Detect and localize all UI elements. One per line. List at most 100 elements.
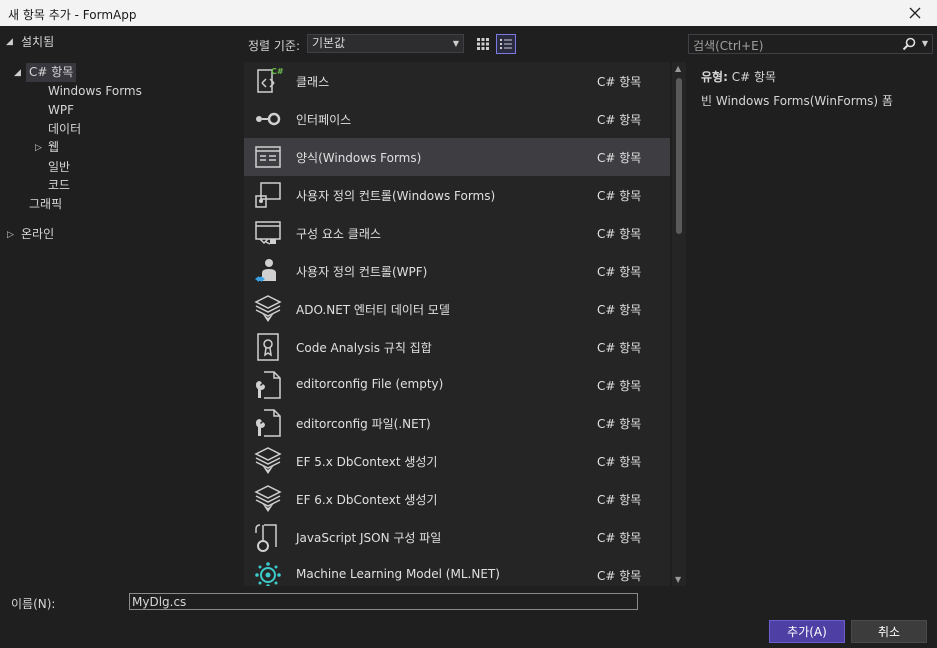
json-config-icon [255, 524, 277, 552]
editorconfig-icon [256, 409, 281, 437]
template-list-scrollbar[interactable]: ▲ ▼ [672, 62, 686, 586]
details-type-line: 유형: C# 항목 [701, 68, 776, 85]
scrollbar-thumb[interactable] [676, 78, 682, 234]
interface-icon [256, 112, 281, 126]
add-button[interactable]: 추가(A) [769, 620, 845, 643]
tree-node-web[interactable]: 웹 [48, 138, 59, 157]
tree-node-general[interactable]: 일반 [48, 158, 70, 177]
template-type: C# 항목 [597, 265, 642, 279]
close-icon [909, 7, 921, 19]
collapsed-arrow-icon[interactable]: ▷ [7, 230, 14, 240]
template-row-interface[interactable]: 인터페이스 C# 항목 [244, 100, 670, 138]
template-name: 클래스 [296, 75, 330, 89]
svg-text:C#: C# [271, 67, 284, 76]
details-type-value: C# 항목 [731, 70, 777, 84]
template-row-json-config[interactable]: JavaScript JSON 구성 파일 C# 항목 [244, 518, 670, 556]
template-row-ado-entity-model[interactable]: ADO.NET 엔터티 데이터 모델 C# 항목 [244, 290, 670, 328]
template-name: 인터페이스 [296, 113, 352, 127]
template-type: C# 항목 [597, 303, 642, 317]
template-row-class[interactable]: C# 클래스 C# 항목 [244, 62, 670, 100]
details-description: 빈 Windows Forms(WinForms) 폼 [701, 94, 893, 108]
wpf-user-control-icon [255, 259, 276, 282]
ruleset-icon [257, 333, 279, 361]
template-name: 양식(Windows Forms) [296, 151, 422, 165]
cancel-button[interactable]: 취소 [851, 620, 927, 643]
template-type: C# 항목 [597, 455, 642, 469]
dialog-footer: 이름(N): 추가(A) 취소 [0, 586, 937, 648]
tree-node-windows-forms[interactable]: Windows Forms [48, 82, 142, 101]
tree-node-online[interactable]: 온라인 [21, 225, 54, 244]
template-row-editorconfig-empty[interactable]: editorconfig File (empty) C# 항목 [244, 366, 670, 404]
sort-value: 기본값 [312, 36, 346, 50]
component-class-icon [255, 221, 281, 245]
dbcontext-generator-icon [254, 485, 282, 512]
sort-label: 정렬 기준: [248, 39, 301, 53]
tree-node-data[interactable]: 데이터 [48, 120, 81, 139]
form-icon [255, 146, 281, 168]
template-row-ef6-dbcontext[interactable]: EF 6.x DbContext 생성기 C# 항목 [244, 480, 670, 518]
template-name: 사용자 정의 컨트롤(WPF) [296, 265, 428, 279]
class-icon: C# [257, 67, 284, 93]
template-type: C# 항목 [597, 569, 642, 583]
scroll-up-arrow-icon[interactable]: ▲ [675, 64, 681, 73]
template-name: 사용자 정의 컨트롤(Windows Forms) [296, 189, 496, 203]
tree-node-csharp-items[interactable]: C# 항목 [26, 63, 77, 82]
details-type-label: 유형: [701, 70, 728, 84]
tree-node-code[interactable]: 코드 [48, 176, 70, 195]
template-type: C# 항목 [597, 417, 642, 431]
template-type: C# 항목 [597, 531, 642, 545]
window-title: 새 항목 추가 - FormApp [8, 8, 137, 22]
template-type: C# 항목 [597, 493, 642, 507]
template-type: C# 항목 [597, 113, 642, 127]
template-type: C# 항목 [597, 75, 642, 89]
template-type: C# 항목 [597, 379, 642, 393]
expanded-arrow-icon[interactable]: ◢ [6, 37, 13, 47]
template-type: C# 항목 [597, 189, 642, 203]
tree-node-installed[interactable]: 설치됨 [21, 33, 54, 52]
template-row-editorconfig-dotnet[interactable]: editorconfig 파일(.NET) C# 항목 [244, 404, 670, 442]
list-view-icon [500, 39, 512, 49]
editorconfig-icon [256, 371, 281, 399]
name-label: 이름(N): [11, 597, 56, 611]
template-name: Machine Learning Model (ML.NET) [296, 567, 500, 581]
entity-model-icon [254, 295, 282, 322]
template-name: 구성 요소 클래스 [296, 227, 381, 241]
title-bar: 새 항목 추가 - FormApp [0, 0, 937, 26]
chevron-down-icon: ▼ [452, 39, 459, 48]
template-row-ef5-dbcontext[interactable]: EF 5.x DbContext 생성기 C# 항목 [244, 442, 670, 480]
template-name: Code Analysis 규칙 집합 [296, 341, 432, 355]
tree-node-graphics[interactable]: 그래픽 [29, 195, 62, 214]
template-name: editorconfig File (empty) [296, 377, 444, 391]
template-name: editorconfig 파일(.NET) [296, 417, 431, 431]
template-row-user-control-winforms[interactable]: 사용자 정의 컨트롤(Windows Forms) C# 항목 [244, 176, 670, 214]
template-type: C# 항목 [597, 151, 642, 165]
category-tree: ◢ 설치됨 ◢ C# 항목 Windows Forms WPF 데이터 ▷ 웹 … [0, 26, 242, 586]
template-name: ADO.NET 엔터티 데이터 모델 [296, 303, 450, 317]
expanded-arrow-icon[interactable]: ◢ [14, 68, 21, 78]
template-list: C# 클래스 C# 항목 인터페이스 C# 항목 양식(Windows Form… [244, 62, 670, 586]
template-row-windows-form[interactable]: 양식(Windows Forms) C# 항목 [244, 138, 670, 176]
dbcontext-generator-icon [254, 447, 282, 474]
template-row-code-analysis-ruleset[interactable]: Code Analysis 규칙 집합 C# 항목 [244, 328, 670, 366]
small-icons-view-button[interactable] [473, 34, 493, 54]
search-box[interactable]: 검색(Ctrl+E) ▼ [688, 34, 933, 54]
search-input[interactable]: 검색(Ctrl+E) [693, 37, 763, 54]
user-control-icon [255, 182, 281, 208]
template-name: EF 5.x DbContext 생성기 [296, 455, 438, 469]
tree-node-wpf[interactable]: WPF [48, 101, 74, 120]
template-row-ml-model[interactable]: Machine Learning Model (ML.NET) C# 항목 [244, 556, 670, 586]
search-options-chevron-icon[interactable]: ▼ [922, 39, 928, 48]
template-name: EF 6.x DbContext 생성기 [296, 493, 438, 507]
template-type: C# 항목 [597, 227, 642, 241]
template-row-user-control-wpf[interactable]: 사용자 정의 컨트롤(WPF) C# 항목 [244, 252, 670, 290]
template-name: JavaScript JSON 구성 파일 [296, 531, 442, 545]
scroll-down-arrow-icon[interactable]: ▼ [675, 575, 681, 584]
collapsed-arrow-icon[interactable]: ▷ [35, 143, 42, 153]
sort-dropdown[interactable]: 기본값 ▼ [307, 34, 464, 53]
template-row-component-class[interactable]: 구성 요소 클래스 C# 항목 [244, 214, 670, 252]
list-view-button[interactable] [496, 34, 516, 54]
search-icon[interactable] [902, 37, 916, 51]
name-input[interactable] [129, 593, 638, 610]
close-button[interactable] [893, 0, 937, 26]
grid-view-icon [477, 38, 489, 50]
